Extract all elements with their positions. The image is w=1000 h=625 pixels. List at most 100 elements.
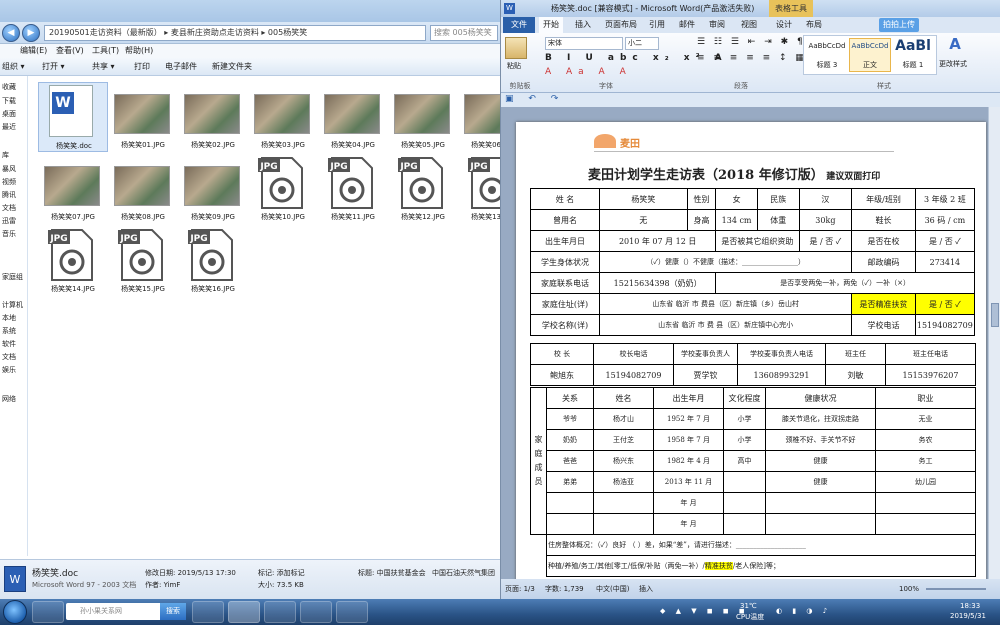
table-cell[interactable]: 王付芝	[593, 429, 654, 451]
income-cell[interactable]: 种植/养殖/务工/其他[零工/低保/补贴（两免一补）/精准扶贫/老人保险]等；	[546, 555, 976, 577]
table-cell[interactable]: 是 / 否 ✓	[798, 230, 853, 252]
nav-item[interactable]: 网络	[2, 394, 16, 404]
nav-item[interactable]: 最近	[2, 122, 16, 132]
vertical-scrollbar[interactable]	[988, 107, 1000, 579]
table-cell[interactable]: 高中	[723, 450, 766, 472]
nav-item[interactable]: 娱乐	[2, 365, 16, 375]
new-folder-button[interactable]: 新建文件夹	[212, 58, 252, 76]
file-item[interactable]: 杨笑笑03.JPG	[248, 82, 318, 152]
table-cell[interactable]: 职业	[875, 387, 976, 409]
nav-item[interactable]: 库	[2, 150, 9, 160]
table-cell[interactable]: 15194082709	[593, 364, 674, 386]
email-button[interactable]: 电子邮件	[165, 58, 197, 76]
table-cell[interactable]: 女	[715, 188, 758, 210]
quick-access-icons[interactable]: ▣ ↶ ↷	[505, 94, 564, 104]
table-cell[interactable]: 姓名	[593, 387, 654, 409]
table-cell[interactable]: 学校名称(详)	[529, 314, 601, 336]
table-cell[interactable]: 15153976207	[885, 364, 976, 386]
table-cell[interactable]: 弟弟	[546, 471, 594, 493]
table-cell[interactable]: 鞋长	[851, 209, 916, 231]
file-item[interactable]: JPG 杨笑笑14.JPG	[38, 226, 108, 296]
table-cell[interactable]: 幼儿园	[875, 471, 976, 493]
table-cell[interactable]	[723, 513, 766, 535]
tab-file[interactable]: 文件	[503, 17, 535, 33]
table-cell[interactable]: 关系	[546, 387, 594, 409]
tab-home[interactable]: 开始	[539, 17, 563, 33]
table-cell[interactable]: 班主任电话	[885, 343, 976, 365]
tray-date[interactable]: 2019/5/31	[950, 612, 986, 620]
nav-item[interactable]: 下载	[2, 96, 16, 106]
table-cell[interactable]: 36 码 / cm	[914, 209, 976, 231]
file-item[interactable]: 杨笑笑08.JPG	[108, 154, 178, 224]
table-cell[interactable]: 邮政编码	[851, 251, 916, 273]
taskbar-search-button[interactable]: 搜索	[160, 603, 186, 620]
file-item[interactable]: 杨笑笑09.JPG	[178, 154, 248, 224]
file-item[interactable]: 杨笑笑04.JPG	[318, 82, 388, 152]
nav-item[interactable]: 本地	[2, 313, 16, 323]
table-cell[interactable]: 学校麦事负责人	[673, 343, 738, 365]
table-cell[interactable]	[765, 513, 876, 535]
table-cell[interactable]	[875, 513, 976, 535]
font-color-buttons[interactable]: A Aa A A	[545, 67, 632, 77]
table-cell[interactable]: 无	[599, 209, 688, 231]
nav-item[interactable]: 计算机	[2, 300, 23, 310]
tab-view[interactable]: 视图	[741, 17, 757, 33]
table-cell[interactable]: 健康	[765, 450, 876, 472]
nav-item[interactable]: 桌面	[2, 109, 16, 119]
table-cell[interactable]: 134 cm	[715, 209, 758, 231]
table-cell[interactable]: 校 长	[530, 343, 594, 365]
table-cell[interactable]: 贾学钦	[673, 364, 738, 386]
table-cell[interactable]: 杨兴东	[593, 450, 654, 472]
paste-icon[interactable]	[505, 37, 527, 59]
table-cell[interactable]: 性别	[686, 188, 717, 210]
organize-button[interactable]: 组织 ▾	[2, 58, 25, 76]
zoom-slider[interactable]	[926, 588, 986, 590]
open-button[interactable]: 打开 ▾	[42, 58, 65, 76]
table-cell[interactable]: 无业	[875, 408, 976, 430]
nav-item[interactable]: 视频	[2, 177, 16, 187]
table-cell[interactable]: 鲍旭东	[530, 364, 594, 386]
table-cell[interactable]	[875, 492, 976, 514]
table-cell[interactable]: 山东省 临沂 市 费县（区）新庄镇（乡）岳山村	[599, 293, 853, 315]
nav-item[interactable]: 文档	[2, 352, 16, 362]
table-cell[interactable]: 年 月	[653, 492, 724, 514]
table-cell[interactable]: 小学	[723, 408, 766, 430]
table-cell[interactable]: 杨笑笑	[599, 188, 688, 210]
table-cell[interactable]: 住房整体概况：（✓）良好 （ ）差，如果“差”，请进行描述：__________…	[546, 534, 976, 556]
change-styles-label[interactable]: 更改样式	[939, 59, 967, 69]
search-input[interactable]: 搜索 005杨笑笑	[430, 25, 498, 41]
table-cell[interactable]	[723, 492, 766, 514]
table-cell[interactable]: 膝关节退化，拄双拐走路	[765, 408, 876, 430]
font-size-select[interactable]: 小二	[625, 37, 659, 50]
table-cell[interactable]: 是否享受两免一补，两免（✓）一补（×）	[715, 272, 975, 294]
table-cell[interactable]: 爷爷	[546, 408, 594, 430]
table-cell[interactable]	[723, 471, 766, 493]
print-button[interactable]: 打印	[134, 58, 150, 76]
table-cell[interactable]: 文化程度	[723, 387, 766, 409]
table-cell[interactable]: 出生年月	[653, 387, 724, 409]
table-cell[interactable]: 273414	[914, 251, 976, 273]
start-button[interactable]	[3, 600, 27, 624]
table-cell[interactable]: 家庭住址(详)	[529, 293, 601, 315]
table-cell[interactable]: 健康	[765, 471, 876, 493]
document-page[interactable]: 麦田 麦田计划学生走访表（2018 年修订版） 建议双面打印 姓 名杨笑笑 性别女…	[516, 122, 986, 579]
file-item[interactable]: JPG 杨笑笑15.JPG	[108, 226, 178, 296]
table-cell[interactable]: 是 / 否 ✓	[914, 230, 976, 252]
file-item[interactable]: 杨笑笑07.JPG	[38, 154, 108, 224]
file-item[interactable]: 杨笑笑02.JPG	[178, 82, 248, 152]
tab-insert[interactable]: 插入	[575, 17, 591, 33]
nav-item[interactable]: 文档	[2, 203, 16, 213]
table-cell[interactable]: 家庭联系电话	[529, 272, 601, 294]
menu-view[interactable]: 查看(V)	[56, 44, 84, 58]
tab-design[interactable]: 设计	[776, 17, 792, 33]
security-app-icon[interactable]	[300, 601, 332, 623]
nav-item[interactable]: 音乐	[2, 229, 16, 239]
explorer-taskbar-icon[interactable]	[336, 601, 368, 623]
table-cell[interactable]: 出生年月日	[529, 230, 601, 252]
table-cell[interactable]: 山东省 临沂 市 费 县（区）新庄镇中心完小	[599, 314, 853, 336]
breadcrumb[interactable]: 20190501走访资料（最新版） ▸ 麦县新庄资助点走访资料 ▸ 005杨笑笑	[44, 25, 426, 41]
table-cell[interactable]: 体重	[756, 209, 800, 231]
table-cell[interactable]: 是 / 否 ✓	[914, 293, 976, 315]
table-cell[interactable]: 年 月	[653, 513, 724, 535]
share-upload-button[interactable]: 拍拍上传	[879, 18, 919, 32]
